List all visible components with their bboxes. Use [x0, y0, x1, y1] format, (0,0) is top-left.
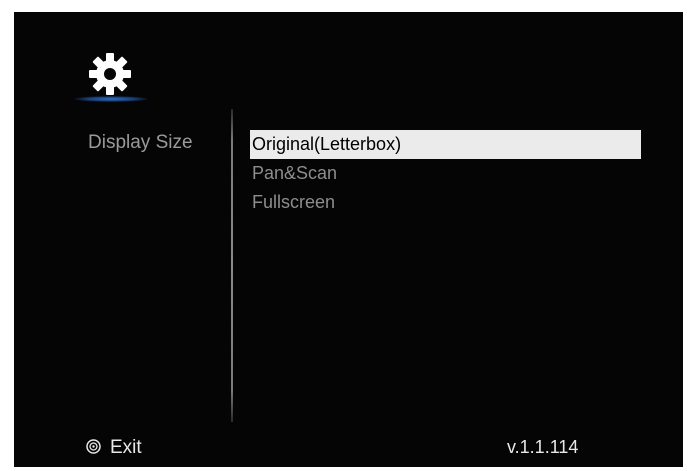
option-pan-scan[interactable]: Pan&Scan [250, 159, 641, 188]
exit-label: Exit [110, 437, 142, 458]
option-original-letterbox[interactable]: Original(Letterbox) [250, 130, 641, 159]
category-label: Display Size [88, 132, 193, 153]
exit-button[interactable]: Exit [86, 437, 142, 459]
settings-screen: Display Size Original(Letterbox) Pan&Sca… [14, 12, 683, 467]
column-divider [231, 109, 233, 422]
version-label: v.1.1.114 [507, 437, 579, 457]
option-fullscreen[interactable]: Fullscreen [250, 188, 641, 217]
display-size-options: Original(Letterbox) Pan&Scan Fullscreen [250, 130, 641, 217]
exit-button-icon [86, 439, 101, 454]
header-accent-glow [74, 96, 148, 102]
gear-icon [89, 53, 131, 95]
